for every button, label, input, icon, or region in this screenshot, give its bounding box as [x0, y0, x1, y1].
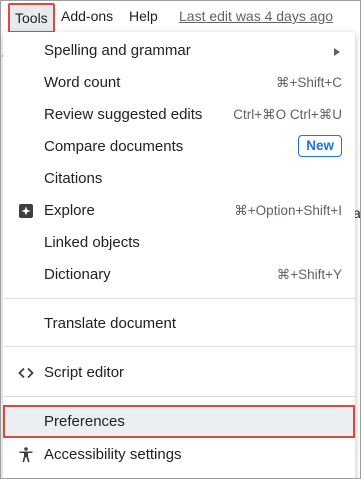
- shortcut-hint: Ctrl+⌘O Ctrl+⌘U: [233, 107, 342, 122]
- menu-item-translate-document[interactable]: Translate document: [3, 307, 355, 339]
- menu-bar: Tools Add-ons Help Last edit was 4 days …: [0, 0, 361, 33]
- menu-addons[interactable]: Add-ons: [61, 7, 113, 25]
- menu-item-compare-documents[interactable]: Compare documents New: [3, 130, 355, 162]
- shortcut-hint: ⌘+Shift+C: [275, 75, 342, 90]
- menu-item-script-editor[interactable]: Script editor: [3, 356, 355, 388]
- menu-item-label: Preferences: [44, 413, 125, 430]
- menu-item-label: Explore: [44, 202, 95, 219]
- menu-item-label: Review suggested edits: [44, 106, 203, 123]
- menu-item-dictionary[interactable]: Dictionary ⌘+Shift+Y: [3, 258, 355, 290]
- last-edit-link[interactable]: Last edit was 4 days ago: [179, 7, 333, 25]
- menu-item-label: Translate document: [44, 315, 177, 332]
- menu-help[interactable]: Help: [129, 7, 158, 25]
- menu-item-label: Accessibility settings: [44, 446, 182, 463]
- menu-item-label: Linked objects: [44, 234, 140, 251]
- shortcut-hint: ⌘+Shift+Y: [276, 267, 342, 282]
- menu-item-label: Word count: [44, 74, 121, 91]
- menu-item-spelling-grammar[interactable]: Spelling and grammar: [3, 34, 355, 66]
- menu-item-label: Spelling and grammar: [44, 42, 191, 59]
- menu-item-preferences[interactable]: Preferences: [3, 405, 355, 438]
- tools-dropdown-menu: Spelling and grammar Word count ⌘+Shift+…: [3, 32, 355, 479]
- accessibility-icon: [17, 446, 35, 464]
- menu-tools[interactable]: Tools: [8, 3, 55, 33]
- menu-item-linked-objects[interactable]: Linked objects: [3, 226, 355, 258]
- menu-divider: [3, 346, 355, 347]
- menu-item-accessibility-settings[interactable]: Accessibility settings: [3, 438, 355, 470]
- menu-item-label: Script editor: [44, 364, 125, 381]
- submenu-arrow-icon: [334, 48, 340, 56]
- menu-divider: [3, 298, 355, 299]
- explore-icon: [17, 202, 35, 220]
- menu-item-label: Citations: [44, 170, 103, 187]
- new-badge: New: [298, 135, 342, 157]
- menu-item-explore[interactable]: Explore ⌘+Option+Shift+I: [3, 194, 355, 226]
- menu-divider: [3, 396, 355, 397]
- code-icon: [17, 364, 35, 382]
- shortcut-hint: ⌘+Option+Shift+I: [234, 203, 342, 218]
- menu-item-label: Dictionary: [44, 266, 111, 283]
- menu-item-review-suggested-edits[interactable]: Review suggested edits Ctrl+⌘O Ctrl+⌘U: [3, 98, 355, 130]
- menu-item-citations[interactable]: Citations: [3, 162, 355, 194]
- menu-item-label: Compare documents: [44, 138, 184, 155]
- menu-item-word-count[interactable]: Word count ⌘+Shift+C: [3, 66, 355, 98]
